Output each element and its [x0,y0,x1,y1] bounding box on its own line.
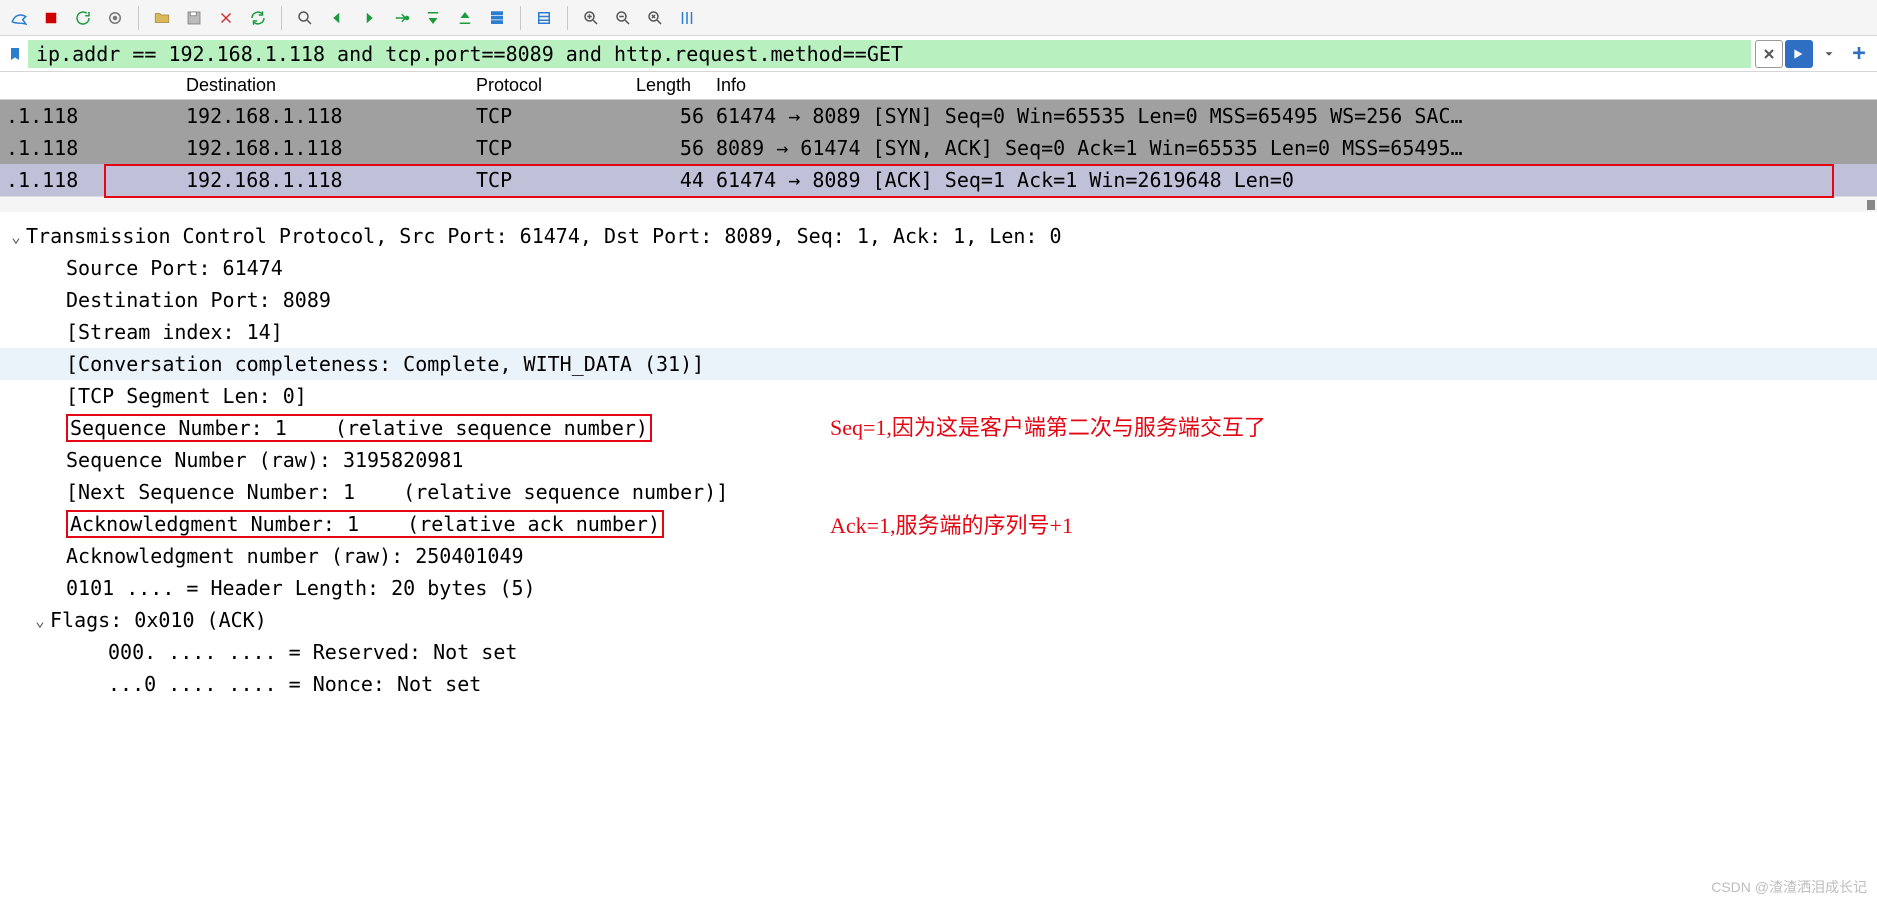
cell-length: 44 [630,168,710,192]
find-icon[interactable] [292,5,318,31]
colorize-icon[interactable] [531,5,557,31]
filter-apply-icon[interactable] [1785,40,1813,68]
packet-row[interactable]: .1.118 192.168.1.118 TCP 56 61474 → 8089… [0,100,1877,132]
jump-icon[interactable] [388,5,414,31]
watermark: CSDN @渣渣洒泪成长记 [1711,877,1867,897]
display-filter-input[interactable] [28,40,1751,68]
packet-list-header[interactable]: Destination Protocol Length Info [0,72,1877,100]
field-header-length[interactable]: 0101 .... = Header Length: 20 bytes (5) [0,572,1877,604]
filter-bar: + [0,36,1877,72]
cell-info: 61474 → 8089 [ACK] Seq=1 Ack=1 Win=26196… [710,168,1873,192]
cell-protocol: TCP [470,104,630,128]
field-next-sequence-number[interactable]: [Next Sequence Number: 1 (relative seque… [0,476,1877,508]
proto-tcp-header[interactable]: ⌄ Transmission Control Protocol, Src Por… [0,220,1877,252]
options-icon[interactable] [102,5,128,31]
field-sequence-number-raw[interactable]: Sequence Number (raw): 3195820981 [0,444,1877,476]
cell-source: .1.118 [0,136,180,160]
open-icon[interactable] [149,5,175,31]
cell-destination: 192.168.1.118 [180,104,470,128]
cell-length: 56 [630,104,710,128]
field-tcp-segment-len[interactable]: [TCP Segment Len: 0] [0,380,1877,412]
packet-list-pane: Destination Protocol Length Info .1.118 … [0,72,1877,212]
packet-list-hscroll[interactable] [0,196,1877,212]
cell-destination: 192.168.1.118 [180,168,470,192]
proto-tcp-label: Transmission Control Protocol, Src Port:… [26,224,1062,248]
filter-bookmark-icon[interactable] [4,43,26,65]
filter-add-icon[interactable]: + [1845,40,1873,68]
zoom-in-icon[interactable] [578,5,604,31]
col-destination[interactable]: Destination [180,75,470,96]
close-file-icon[interactable] [213,5,239,31]
expander-icon[interactable]: ⌄ [6,227,26,246]
col-protocol[interactable]: Protocol [470,75,630,96]
packet-row[interactable]: .1.118 192.168.1.118 TCP 56 8089 → 61474… [0,132,1877,164]
stop-icon[interactable] [38,5,64,31]
packet-details-pane: ⌄ Transmission Control Protocol, Src Por… [0,212,1877,905]
cell-protocol: TCP [470,168,630,192]
filter-actions: + [1755,40,1873,68]
field-source-port[interactable]: Source Port: 61474 [0,252,1877,284]
bottom-icon[interactable] [452,5,478,31]
annotation-ack: Ack=1,服务端的序列号+1 [830,508,1073,540]
expander-icon[interactable]: ⌄ [30,611,50,630]
zoom-out-icon[interactable] [610,5,636,31]
zoom-reset-icon[interactable] [642,5,668,31]
restart-icon[interactable] [70,5,96,31]
autoscroll-icon[interactable] [484,5,510,31]
save-icon[interactable] [181,5,207,31]
field-flags[interactable]: ⌄ Flags: 0x010 (ACK) [0,604,1877,636]
filter-history-icon[interactable] [1815,40,1843,68]
shark-icon[interactable] [6,5,32,31]
field-ack-number-raw[interactable]: Acknowledgment number (raw): 250401049 [0,540,1877,572]
annotation-seq: Seq=1,因为这是客户端第二次与服务端交互了 [830,410,1266,442]
field-conversation-completeness[interactable]: [Conversation completeness: Complete, WI… [0,348,1877,380]
field-dest-port[interactable]: Destination Port: 8089 [0,284,1877,316]
reload-icon[interactable] [245,5,271,31]
toolbar-separator [281,6,282,30]
main-toolbar [0,0,1877,36]
field-stream-index[interactable]: [Stream index: 14] [0,316,1877,348]
filter-clear-icon[interactable] [1755,40,1783,68]
top-icon[interactable] [420,5,446,31]
col-info[interactable]: Info [710,75,1877,96]
cell-source: .1.118 [0,168,180,192]
cell-info: 8089 → 61474 [SYN, ACK] Seq=0 Ack=1 Win=… [710,136,1873,160]
cell-protocol: TCP [470,136,630,160]
toolbar-separator [520,6,521,30]
field-flag-reserved[interactable]: 000. .... .... = Reserved: Not set [0,636,1877,668]
cell-length: 56 [630,136,710,160]
toolbar-separator [567,6,568,30]
cell-info: 61474 → 8089 [SYN] Seq=0 Win=65535 Len=0… [710,104,1873,128]
next-icon[interactable] [356,5,382,31]
prev-icon[interactable] [324,5,350,31]
cell-source: .1.118 [0,104,180,128]
cell-destination: 192.168.1.118 [180,136,470,160]
resize-cols-icon[interactable] [674,5,700,31]
packet-row-selected[interactable]: .1.118 192.168.1.118 TCP 44 61474 → 8089… [0,164,1877,196]
toolbar-separator [138,6,139,30]
col-length[interactable]: Length [630,75,710,96]
field-flag-nonce[interactable]: ...0 .... .... = Nonce: Not set [0,668,1877,700]
app-root: + Destination Protocol Length Info .1.11… [0,0,1877,905]
